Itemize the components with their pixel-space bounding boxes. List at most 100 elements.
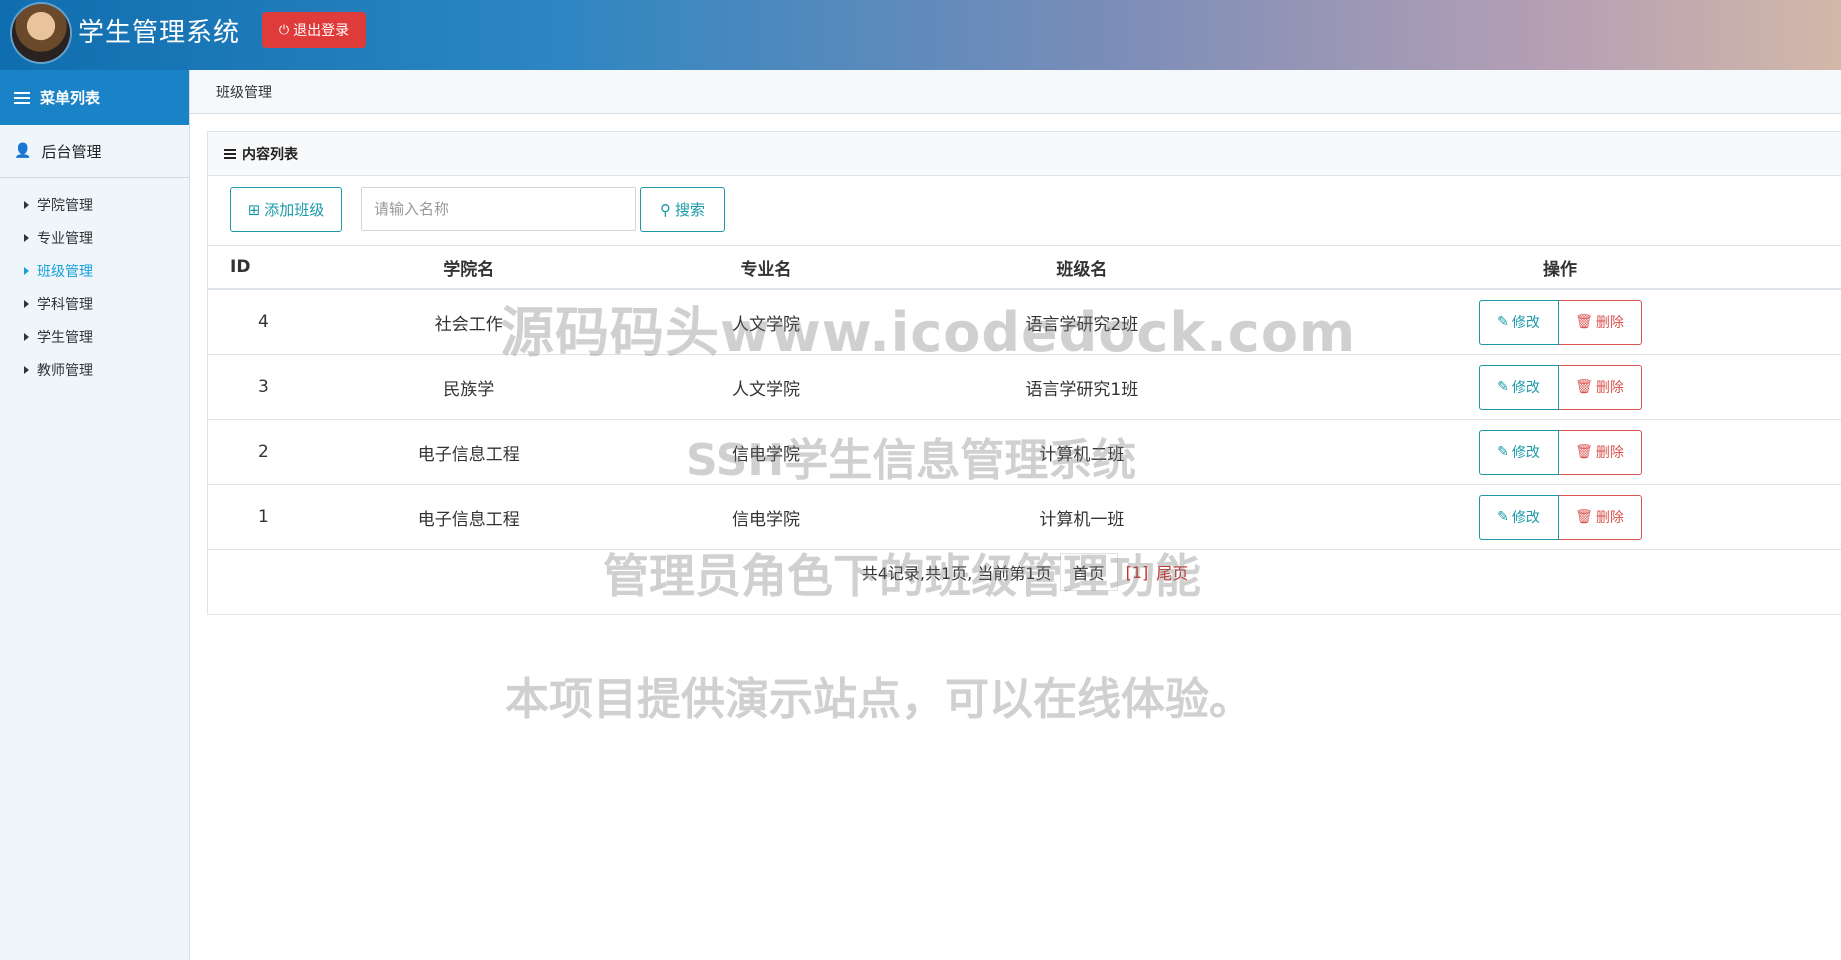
- sidebar-item-student[interactable]: 学生管理: [0, 320, 189, 353]
- cell-class: 计算机二班: [885, 419, 1279, 485]
- last-page-link[interactable]: 尾页: [1156, 560, 1188, 584]
- cell-id: 1: [208, 484, 291, 550]
- sidebar-item-college[interactable]: 学院管理: [0, 188, 189, 221]
- app-title: 学生管理系统: [78, 18, 241, 48]
- row-actions: ✎ 修改 🗑 删除: [1478, 364, 1642, 410]
- breadcrumb: 班级管理: [190, 70, 1841, 114]
- caret-right-icon: [24, 365, 29, 374]
- edit-label: 修改: [1511, 315, 1540, 331]
- trash-icon: 🗑: [1575, 444, 1593, 460]
- caret-right-icon: [24, 233, 29, 242]
- row-actions: ✎ 修改 🗑 删除: [1478, 429, 1642, 475]
- sidebar-item-subject[interactable]: 学科管理: [0, 287, 189, 320]
- edit-icon: ✎: [1497, 314, 1509, 330]
- sidebar-item-major[interactable]: 专业管理: [0, 221, 189, 254]
- avatar: [12, 4, 70, 62]
- cell-actions: ✎ 修改 🗑 删除: [1278, 354, 1841, 420]
- user-icon: 👤: [14, 143, 32, 159]
- sidebar: 菜单列表 👤 后台管理 学院管理 专业管理 班级管理 学科管理 学生管理 教师管…: [0, 70, 190, 960]
- table-row: 3 民族学 人文学院 语言学研究1班 ✎ 修改 🗑 删除: [208, 354, 1841, 420]
- caret-right-icon: [24, 332, 29, 341]
- delete-label: 删除: [1595, 445, 1624, 461]
- logout-button[interactable]: ⏻ 退出登录: [262, 12, 366, 48]
- sidebar-item-label: 教师管理: [37, 362, 93, 379]
- watermark-line-4: 本项目提供演示站点，可以在线体验。: [505, 674, 1253, 725]
- cell-college: 电子信息工程: [291, 484, 647, 550]
- col-header-major: 专业名: [646, 245, 886, 290]
- cell-major: 信电学院: [646, 484, 886, 550]
- delete-label: 删除: [1595, 315, 1624, 331]
- toolbar: ⊞ 添加班级 ⚲ 搜索: [208, 176, 1841, 246]
- menu-header: 菜单列表: [0, 70, 189, 125]
- edit-button[interactable]: ✎ 修改: [1478, 364, 1559, 410]
- cell-id: 3: [208, 354, 291, 420]
- sidebar-item-teacher[interactable]: 教师管理: [0, 353, 189, 386]
- pagination: 共4记录,共1页, 当前第1页 首页 [1] 尾页: [208, 552, 1841, 592]
- delete-label: 删除: [1595, 380, 1624, 396]
- delete-button[interactable]: 🗑 删除: [1558, 364, 1642, 410]
- caret-right-icon: [24, 299, 29, 308]
- cell-college: 民族学: [291, 354, 647, 420]
- table-row: 2 电子信息工程 信电学院 计算机二班 ✎ 修改 🗑 删除: [208, 419, 1841, 485]
- delete-button[interactable]: 🗑 删除: [1558, 429, 1642, 475]
- delete-label: 删除: [1595, 510, 1624, 526]
- sidebar-item-class[interactable]: 班级管理: [0, 254, 189, 287]
- caret-right-icon: [24, 266, 29, 275]
- trash-icon: 🗑: [1575, 509, 1593, 525]
- logout-label: 退出登录: [293, 23, 350, 39]
- add-class-button[interactable]: ⊞ 添加班级: [230, 187, 342, 232]
- panel-title: 内容列表: [242, 146, 298, 163]
- caret-right-icon: [24, 200, 29, 209]
- delete-button[interactable]: 🗑 删除: [1558, 299, 1642, 345]
- search-input[interactable]: [361, 187, 636, 231]
- first-page-link[interactable]: 首页: [1059, 553, 1118, 591]
- cell-id: 4: [208, 289, 291, 355]
- col-header-actions: 操作: [1278, 245, 1841, 290]
- menu-icon: [14, 89, 30, 107]
- pagination-summary: 共4记录,共1页, 当前第1页: [861, 564, 1052, 583]
- sidebar-item-label: 专业管理: [37, 230, 93, 247]
- cell-major: 信电学院: [646, 419, 886, 485]
- trash-icon: 🗑: [1575, 379, 1593, 395]
- breadcrumb-label: 班级管理: [216, 84, 272, 101]
- section-title: 后台管理: [41, 142, 102, 161]
- cell-actions: ✎ 修改 🗑 删除: [1278, 484, 1841, 550]
- top-header: 学生管理系统 ⏻ 退出登录: [0, 0, 1841, 70]
- class-table: ID 学院名 专业名 班级名 操作 4 社会工作 人文学院 语言学研究2班 ✎ 修…: [208, 245, 1841, 550]
- sidebar-item-label: 班级管理: [37, 263, 93, 280]
- search-icon: ⚲: [659, 200, 671, 219]
- row-actions: ✎ 修改 🗑 删除: [1478, 299, 1642, 345]
- delete-button[interactable]: 🗑 删除: [1558, 494, 1642, 540]
- edit-label: 修改: [1511, 380, 1540, 396]
- add-class-label: 添加班级: [264, 201, 325, 219]
- edit-label: 修改: [1511, 510, 1540, 526]
- sidebar-item-label: 学生管理: [37, 329, 93, 346]
- search-button[interactable]: ⚲ 搜索: [640, 187, 725, 232]
- list-icon: [224, 147, 236, 161]
- col-header-class: 班级名: [885, 245, 1279, 290]
- search-label: 搜索: [674, 201, 705, 219]
- table-row: 4 社会工作 人文学院 语言学研究2班 ✎ 修改 🗑 删除: [208, 289, 1841, 355]
- trash-icon: 🗑: [1575, 314, 1593, 330]
- sidebar-section-admin[interactable]: 👤 后台管理: [0, 125, 189, 178]
- cell-class: 语言学研究2班: [885, 289, 1279, 355]
- sidebar-item-label: 学科管理: [37, 296, 93, 313]
- plus-square-icon: ⊞: [247, 200, 261, 219]
- cell-actions: ✎ 修改 🗑 删除: [1278, 419, 1841, 485]
- menu-title: 菜单列表: [40, 89, 101, 107]
- edit-icon: ✎: [1497, 444, 1509, 460]
- sidebar-item-label: 学院管理: [37, 197, 93, 214]
- panel-header: 内容列表: [208, 132, 1841, 176]
- edit-icon: ✎: [1497, 509, 1509, 525]
- cell-major: 人文学院: [646, 354, 886, 420]
- content-panel: 内容列表 ⊞ 添加班级 ⚲ 搜索 ID 学院名 专业名 班级名 操作 4 社会工…: [207, 131, 1841, 615]
- power-icon: ⏻: [278, 22, 290, 38]
- table-row: 1 电子信息工程 信电学院 计算机一班 ✎ 修改 🗑 删除: [208, 484, 1841, 550]
- cell-class: 计算机一班: [885, 484, 1279, 550]
- current-page-link[interactable]: [1]: [1126, 563, 1149, 582]
- cell-class: 语言学研究1班: [885, 354, 1279, 420]
- edit-button[interactable]: ✎ 修改: [1478, 299, 1559, 345]
- edit-button[interactable]: ✎ 修改: [1478, 494, 1559, 540]
- cell-major: 人文学院: [646, 289, 886, 355]
- edit-button[interactable]: ✎ 修改: [1478, 429, 1559, 475]
